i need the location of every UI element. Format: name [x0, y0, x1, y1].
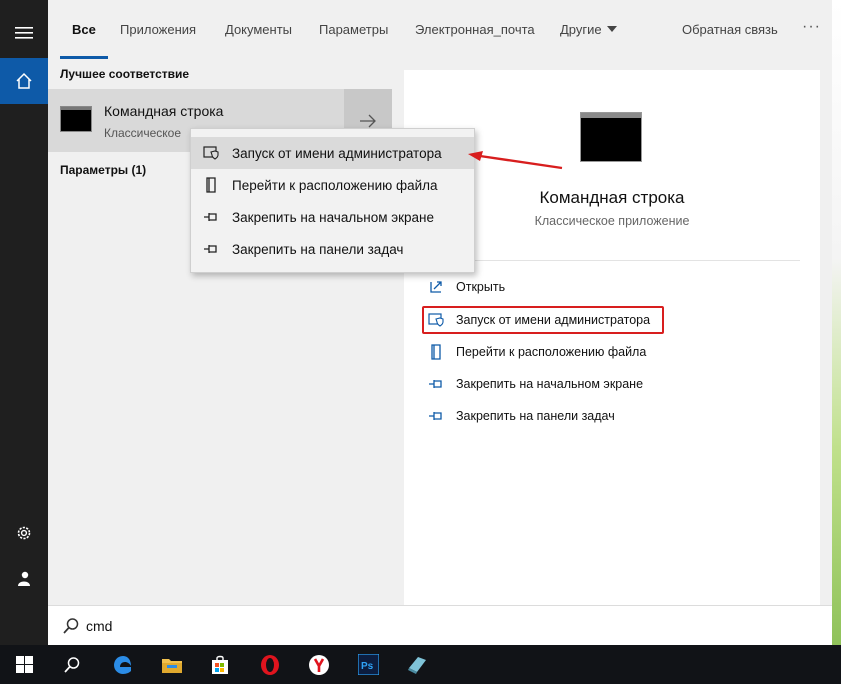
home-icon [16, 72, 32, 89]
action-open-label: Открыть [456, 280, 506, 294]
tab-other[interactable]: Другие [560, 22, 617, 37]
app-icon [408, 656, 426, 674]
user-icon [18, 571, 30, 586]
file-location-icon [203, 177, 219, 193]
action-open-file-location[interactable]: Перейти к расположению файла [428, 341, 646, 363]
more-options-button[interactable]: ··· [802, 18, 821, 36]
windows-start-icon [15, 656, 33, 673]
action-pin-start[interactable]: Закрепить на начальном экране [428, 373, 643, 395]
context-run-as-admin[interactable]: Запуск от имени администратора [191, 137, 474, 169]
settings-heading: Параметры (1) [60, 163, 147, 177]
taskbar-photoshop[interactable]: Ps [344, 645, 392, 684]
pin-icon [428, 376, 444, 392]
context-menu: Запуск от имени администратора Перейти к… [190, 128, 475, 273]
taskbar-store[interactable] [196, 645, 244, 684]
active-tab-indicator [60, 56, 108, 59]
tab-settings[interactable]: Параметры [319, 22, 388, 37]
context-pin-taskbar[interactable]: Закрепить на панели задач [191, 233, 474, 265]
search-panel: Все Приложения Документы Параметры Элект… [48, 0, 832, 645]
tab-all[interactable]: Все [72, 22, 96, 37]
filter-tabs-bar: Все Приложения Документы Параметры Элект… [48, 0, 832, 60]
best-match-heading: Лучшее соответствие [60, 67, 190, 81]
search-icon [63, 618, 79, 634]
tab-other-label: Другие [560, 22, 602, 37]
context-pin-start-label: Закрепить на начальном экране [232, 209, 435, 225]
action-pin-start-label: Закрепить на начальном экране [456, 377, 644, 391]
divider [424, 260, 800, 261]
taskbar-edge[interactable] [99, 645, 147, 684]
action-open-file-location-label: Перейти к расположению файла [456, 345, 647, 359]
svg-text:Ps: Ps [361, 661, 374, 672]
context-open-file-location-label: Перейти к расположению файла [232, 177, 438, 193]
context-pin-taskbar-label: Закрепить на панели задач [232, 241, 404, 257]
pin-icon [203, 209, 219, 225]
yandex-icon [309, 654, 329, 675]
hamburger-menu-button[interactable] [0, 10, 48, 56]
desktop-wallpaper-edge [832, 0, 841, 645]
search-icon [64, 656, 80, 673]
photoshop-icon: Ps [357, 654, 379, 675]
context-run-as-admin-label: Запуск от имени администратора [232, 145, 442, 161]
best-match-title: Командная строка [104, 103, 224, 119]
action-pin-taskbar[interactable]: Закрепить на панели задач [428, 405, 615, 427]
search-bar [48, 605, 832, 645]
taskbar-opera[interactable] [246, 645, 294, 684]
arrow-right-icon [360, 114, 376, 127]
shield-icon [203, 145, 219, 161]
hamburger-icon [15, 27, 33, 39]
taskbar-search-button[interactable] [48, 645, 96, 684]
taskbar-app[interactable] [393, 645, 441, 684]
pin-icon [203, 241, 219, 257]
chevron-down-icon [606, 26, 617, 32]
settings-button[interactable] [0, 510, 48, 556]
taskbar-file-explorer[interactable] [148, 645, 196, 684]
user-button[interactable] [0, 556, 48, 602]
command-prompt-large-icon [580, 112, 642, 162]
file-explorer-icon [162, 658, 182, 673]
action-open[interactable]: Открыть [428, 276, 505, 298]
opera-icon [261, 654, 279, 675]
annotation-highlight-box [422, 306, 664, 334]
open-icon [428, 279, 444, 295]
file-location-icon [428, 344, 444, 360]
tab-documents[interactable]: Документы [225, 22, 292, 37]
tab-email[interactable]: Электронная_почта [415, 22, 535, 37]
action-pin-taskbar-label: Закрепить на панели задач [456, 409, 615, 423]
tab-apps[interactable]: Приложения [120, 22, 196, 37]
context-pin-start[interactable]: Закрепить на начальном экране [191, 201, 474, 233]
taskbar-yandex[interactable] [295, 645, 343, 684]
pin-icon [428, 408, 444, 424]
feedback-link[interactable]: Обратная связь [682, 22, 778, 37]
taskbar: Ps [0, 645, 841, 684]
start-button[interactable] [0, 645, 48, 684]
gear-icon [17, 526, 31, 540]
start-rail [0, 0, 48, 645]
edge-icon [114, 655, 131, 674]
annotation-arrow [468, 151, 563, 170]
command-prompt-icon [60, 106, 92, 132]
home-button[interactable] [0, 58, 48, 104]
context-open-file-location[interactable]: Перейти к расположению файла [191, 169, 474, 201]
search-input[interactable] [86, 615, 486, 637]
best-match-subtitle: Классическое [104, 126, 182, 140]
store-icon [212, 655, 228, 674]
